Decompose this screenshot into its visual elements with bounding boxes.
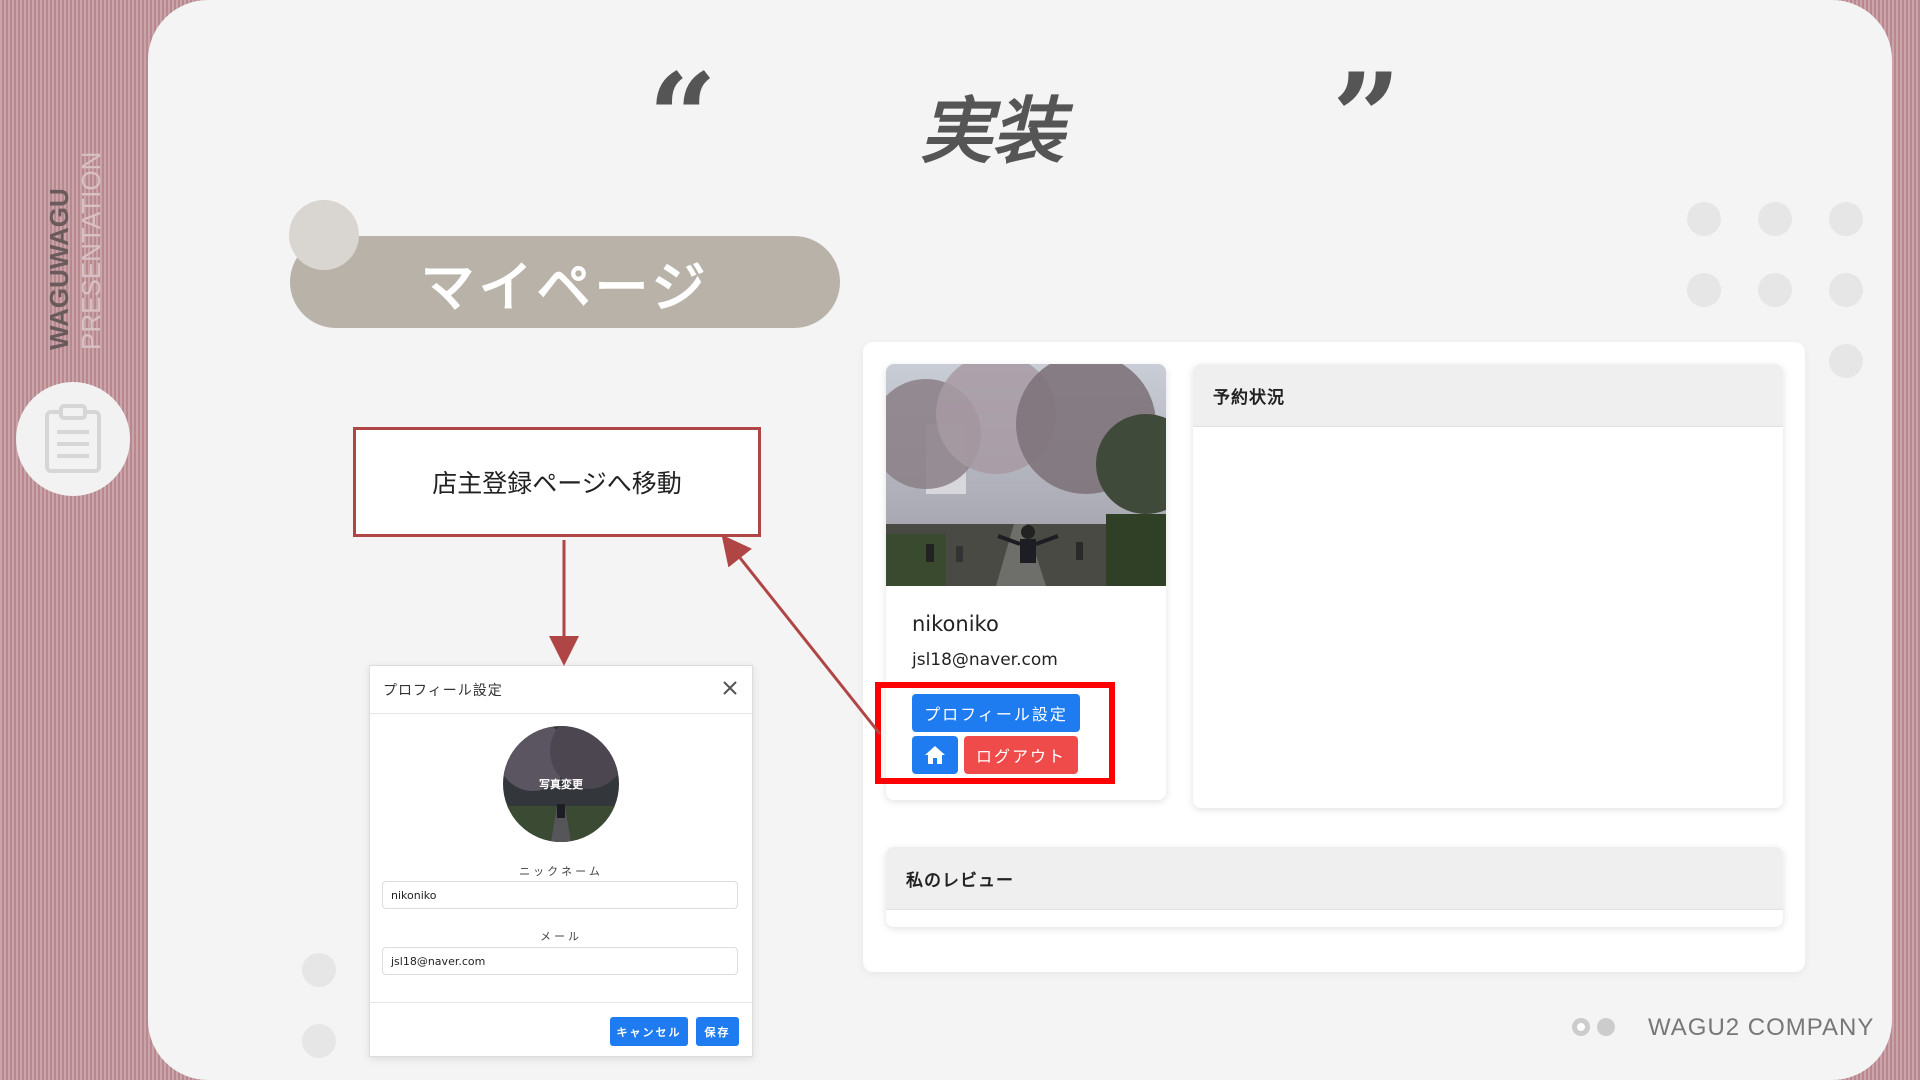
footer-dot xyxy=(1572,1018,1590,1036)
arrow-to-callout xyxy=(721,534,882,735)
connector-arrows xyxy=(549,534,882,735)
footer-dot xyxy=(1597,1018,1615,1036)
footer-company: WAGU2 COMPANY xyxy=(1648,1014,1875,1041)
